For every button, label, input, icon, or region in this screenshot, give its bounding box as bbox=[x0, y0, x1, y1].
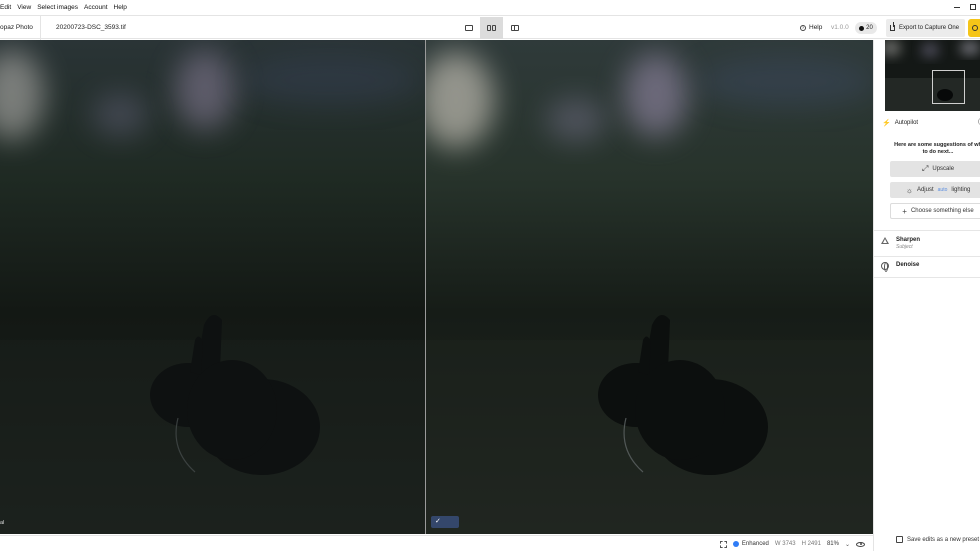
export-label: Export to Capture One bbox=[899, 25, 960, 31]
enhanced-label: Enhanced bbox=[741, 541, 769, 547]
original-image bbox=[0, 40, 425, 534]
sharpen-model-row[interactable]: Sharpen Subject bbox=[881, 237, 920, 250]
adjust-suffix: lighting bbox=[951, 187, 971, 193]
adjust-lighting-button[interactable]: ☼ Adjust auto lighting bbox=[890, 182, 980, 198]
help-button[interactable]: ? Help bbox=[800, 16, 822, 40]
menu-edit[interactable]: Edit bbox=[0, 4, 14, 11]
split-view-icon bbox=[510, 25, 519, 31]
minimize-icon[interactable] bbox=[954, 6, 960, 8]
menu-help[interactable]: Help bbox=[111, 4, 130, 11]
version-label: v1.0.0 bbox=[831, 24, 849, 31]
file-name: 20200723-DSC_3593.tif bbox=[56, 24, 126, 31]
navigator-viewport-rect[interactable] bbox=[932, 70, 965, 104]
maximize-icon[interactable] bbox=[970, 4, 976, 10]
denoise-text: Denoise bbox=[896, 262, 919, 268]
export-button[interactable]: Export to Capture One bbox=[886, 19, 965, 37]
credits-count: 20 bbox=[866, 25, 873, 31]
export-icon bbox=[890, 22, 895, 31]
right-sidebar: ⚡ Autopilot ( Here are some suggestions … bbox=[873, 40, 980, 551]
zoom-chevron-down-icon[interactable]: ⌄ bbox=[845, 541, 850, 548]
original-label: al bbox=[0, 520, 5, 526]
plus-icon: + bbox=[902, 206, 907, 216]
enhanced-image bbox=[426, 40, 873, 534]
window-controls bbox=[954, 0, 976, 14]
upscale-button[interactable]: ⤢ Upscale bbox=[890, 161, 980, 177]
choose-something-else-button[interactable]: + Choose something else bbox=[890, 203, 980, 219]
toolbar: opaz Photo 20200723-DSC_3593.tif ? Help … bbox=[0, 15, 980, 40]
preview-eye-icon[interactable] bbox=[856, 541, 865, 547]
choose-label: Choose something else bbox=[910, 208, 974, 214]
autopilot-header[interactable]: ⚡ Autopilot bbox=[882, 119, 918, 127]
sun-icon: ☼ bbox=[905, 185, 913, 195]
app-name: opaz Photo bbox=[0, 16, 41, 40]
image-width: W 3743 bbox=[774, 541, 796, 547]
original-image-pane[interactable]: al bbox=[0, 40, 425, 534]
adjust-auto-tag: auto bbox=[937, 187, 948, 193]
fit-to-screen-icon[interactable] bbox=[719, 540, 727, 548]
help-label: Help bbox=[809, 24, 823, 31]
autopilot-label: Autopilot bbox=[894, 120, 919, 126]
side-by-side-view-button[interactable] bbox=[480, 17, 503, 39]
enhanced-check-badge[interactable]: ✓ bbox=[431, 516, 459, 528]
image-height: H 2491 bbox=[801, 541, 821, 547]
help-icon: ? bbox=[800, 25, 806, 31]
denoise-label: Denoise bbox=[896, 262, 920, 268]
side-by-side-icon bbox=[487, 25, 496, 31]
view-mode-group bbox=[457, 17, 526, 39]
single-view-icon bbox=[464, 25, 473, 31]
enhanced-indicator: Enhanced bbox=[732, 541, 769, 547]
save-image-button[interactable] bbox=[968, 19, 980, 37]
sharpen-label: Sharpen bbox=[896, 237, 921, 243]
denoise-globe-icon bbox=[881, 262, 889, 272]
sharpen-sub-label: Subject bbox=[896, 244, 913, 250]
preset-icon bbox=[896, 536, 903, 543]
navigator-thumbnail[interactable] bbox=[885, 40, 980, 111]
expand-arrows-icon: ⤢ bbox=[921, 164, 929, 173]
divider bbox=[874, 230, 980, 231]
topaz-photo-window: Edit View Select images Account Help opa… bbox=[0, 0, 980, 551]
enhanced-dot-icon bbox=[732, 541, 739, 547]
credits-badge[interactable]: 20 bbox=[855, 22, 877, 34]
bolt-icon: ⚡ bbox=[882, 120, 891, 127]
credits-icon bbox=[859, 25, 865, 31]
adjust-prefix: Adjust bbox=[916, 187, 934, 193]
status-right-group: Enhanced W 3743 H 2491 81% ⌄ bbox=[719, 536, 865, 551]
status-bar: Enhanced W 3743 H 2491 81% ⌄ bbox=[0, 535, 873, 551]
upscale-label: Upscale bbox=[932, 166, 955, 172]
divider bbox=[874, 277, 980, 278]
sharpen-text: Sharpen Subject bbox=[896, 237, 920, 250]
enhanced-image-pane[interactable]: ✓ bbox=[426, 40, 873, 534]
save-icon bbox=[972, 25, 978, 31]
sharpen-triangle-icon bbox=[881, 237, 889, 244]
divider bbox=[874, 256, 980, 257]
single-view-button[interactable] bbox=[457, 17, 480, 39]
save-preset-button[interactable]: Save edits as a new preset bbox=[896, 536, 979, 543]
suggestion-text: Here are some suggestions of wh to do ne… bbox=[894, 142, 980, 155]
zoom-level[interactable]: 81% bbox=[827, 541, 839, 547]
denoise-model-row[interactable]: Denoise bbox=[881, 262, 919, 272]
menu-select-images[interactable]: Select images bbox=[34, 4, 81, 11]
menu-account[interactable]: Account bbox=[81, 4, 111, 11]
save-preset-label: Save edits as a new preset bbox=[907, 536, 980, 543]
menu-bar: Edit View Select images Account Help bbox=[0, 0, 980, 14]
menu-view[interactable]: View bbox=[14, 4, 34, 11]
split-view-button[interactable] bbox=[503, 17, 526, 39]
